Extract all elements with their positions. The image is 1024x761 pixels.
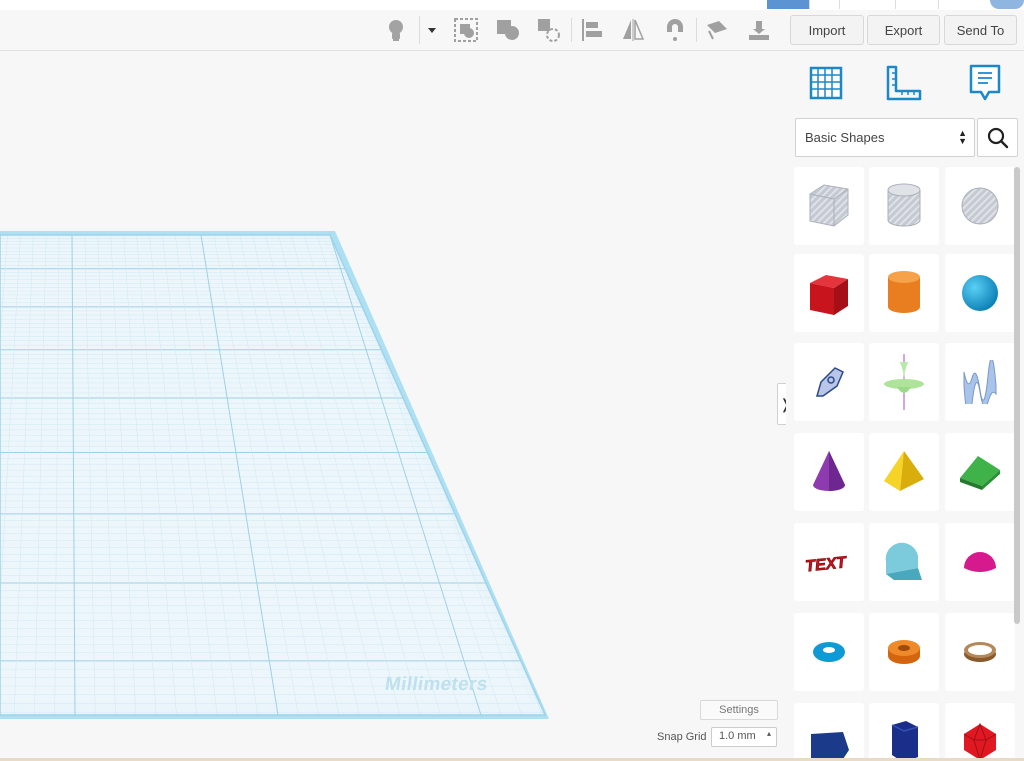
- top-nav-button-3[interactable]: [895, 0, 939, 9]
- shape-polygon[interactable]: [794, 703, 864, 761]
- shape-half-sphere[interactable]: [945, 523, 1015, 601]
- shape-tube[interactable]: [869, 613, 939, 691]
- mirror-icon[interactable]: [619, 16, 647, 44]
- shape-grid-scrollbar[interactable]: [1014, 167, 1020, 761]
- notes-icon[interactable]: [703, 16, 731, 44]
- lightbulb-icon[interactable]: [382, 16, 410, 44]
- shape-cylinder[interactable]: [869, 254, 939, 332]
- workplane-drop-icon[interactable]: [745, 16, 773, 44]
- shape-sphere[interactable]: [945, 254, 1015, 332]
- shape-sphere-hole[interactable]: [945, 167, 1015, 245]
- cruise-icon[interactable]: [661, 16, 689, 44]
- send-to-button[interactable]: Send To: [944, 15, 1017, 45]
- top-nav-button-2[interactable]: [839, 0, 896, 9]
- shape-box-hole[interactable]: [794, 167, 864, 245]
- hole-icon[interactable]: [535, 16, 563, 44]
- snap-grid-label: Snap Grid: [657, 731, 707, 743]
- shape-text[interactable]: TEXT: [794, 523, 864, 601]
- align-icon[interactable]: [578, 16, 606, 44]
- shape-torus[interactable]: [794, 613, 864, 691]
- snap-grid-select[interactable]: 1.0 mm ▴: [711, 727, 777, 747]
- shape-icosahedron[interactable]: [945, 703, 1015, 761]
- settings-button[interactable]: Settings: [700, 700, 778, 720]
- workplane-grid: [0, 231, 549, 719]
- select-arrows-icon: ▲ ▼: [958, 128, 967, 146]
- shape-cylinder-hole[interactable]: [869, 167, 939, 245]
- top-nav-button-4[interactable]: [938, 0, 989, 9]
- top-nav-active-tab[interactable]: [767, 0, 809, 9]
- shape-cone[interactable]: [794, 433, 864, 511]
- notes-panel-icon[interactable]: [960, 59, 1010, 107]
- ruler-icon[interactable]: [879, 59, 929, 107]
- workplane-canvas[interactable]: Millimeters Settings Snap Grid 1.0 mm ▴: [0, 51, 786, 758]
- ungroup-icon[interactable]: [494, 16, 522, 44]
- workplane-grid-icon[interactable]: [801, 59, 851, 107]
- scroll-thumb[interactable]: [1014, 167, 1020, 625]
- shape-pyramid[interactable]: [869, 433, 939, 511]
- search-button[interactable]: [977, 118, 1018, 157]
- shape-scribble[interactable]: [794, 343, 864, 421]
- svg-text:TEXT: TEXT: [805, 554, 849, 575]
- top-nav-button-1[interactable]: [809, 0, 840, 9]
- shape-library-value: Basic Shapes: [805, 130, 885, 145]
- dropdown-icon[interactable]: [419, 16, 444, 44]
- import-button[interactable]: Import: [790, 15, 864, 45]
- group-icon[interactable]: [452, 16, 480, 44]
- caret-up-icon: ▴: [766, 729, 771, 738]
- shape-ring[interactable]: [945, 613, 1015, 691]
- export-button[interactable]: Export: [867, 15, 940, 45]
- user-avatar[interactable]: [990, 0, 1024, 9]
- shapes-panel: Basic Shapes ▲ ▼ TEXT: [786, 51, 1024, 761]
- shape-generator[interactable]: [869, 343, 939, 421]
- shape-half-cylinder[interactable]: [869, 523, 939, 601]
- shape-wavy-text[interactable]: [945, 343, 1015, 421]
- shape-box[interactable]: [794, 254, 864, 332]
- shape-wedge[interactable]: [945, 433, 1015, 511]
- shape-grid: TEXT: [794, 167, 1015, 761]
- snap-grid-value: 1.0 mm: [719, 730, 756, 742]
- shape-library-select[interactable]: Basic Shapes ▲ ▼: [795, 118, 975, 157]
- search-icon: [987, 127, 1008, 148]
- editor-toolbar: Import Export Send To: [0, 10, 1024, 51]
- units-label: Millimeters: [383, 674, 490, 695]
- shape-polyhedron[interactable]: [869, 703, 939, 761]
